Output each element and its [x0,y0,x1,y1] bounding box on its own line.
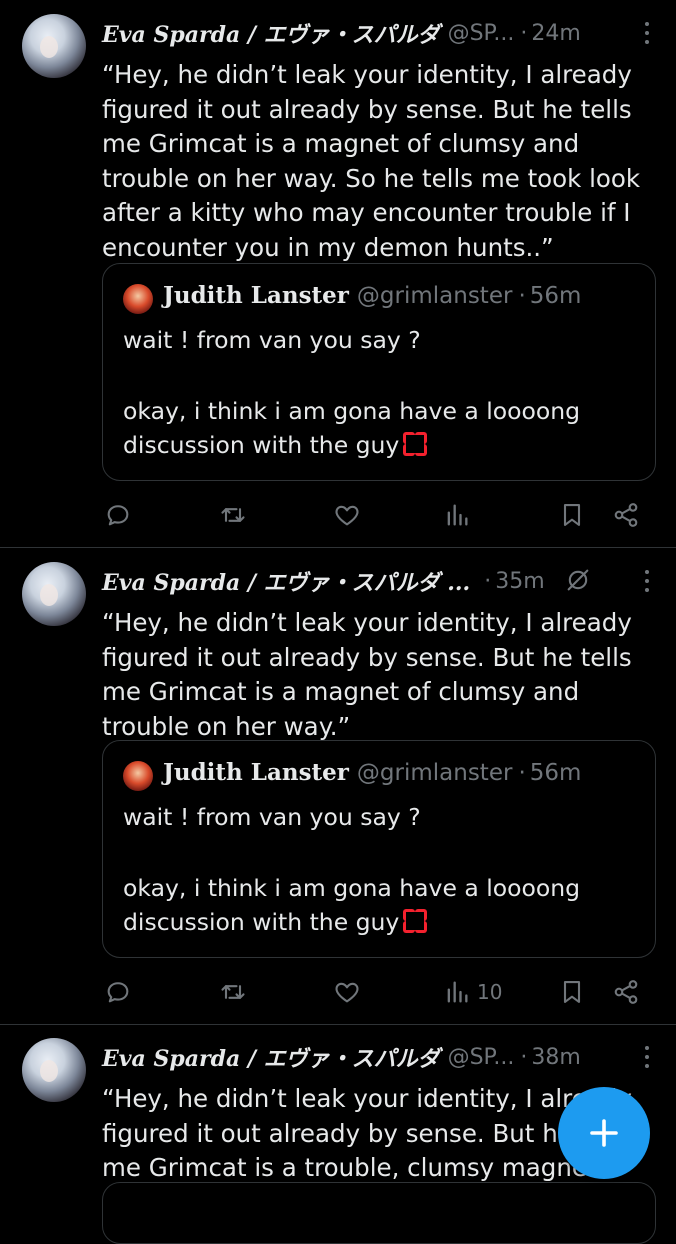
quoted-tweet[interactable]: Judith Lanster @grimlanster · 56m wait !… [102,263,656,481]
anger-emoji-icon [403,432,428,456]
reply-button[interactable] [104,495,132,535]
like-button[interactable] [333,972,361,1012]
quote-author-handle: @grimlanster [356,759,513,786]
share-icon [614,503,638,527]
muted-icon [567,569,589,591]
quote-author-name: Judith Lanster [163,282,349,309]
quote-author-handle: @grimlanster [356,282,513,309]
reply-icon [107,982,129,1003]
retweet-icon [221,508,245,522]
retweet-button[interactable] [219,495,247,535]
author-name[interactable]: Eva Sparda / エヴァ・スパルダ [102,1041,440,1073]
tweet-header: Eva Sparda / エヴァ・スパルダ @SP... · 24m [102,16,646,50]
quoted-tweet[interactable]: Judith Lanster @grimlanster · 56m wait !… [102,740,656,958]
separator-dot: · [484,568,492,594]
more-icon[interactable] [644,22,650,44]
quote-text-line: wait ! from van you say ? [123,803,421,831]
views-icon [447,504,468,526]
bookmark-button[interactable] [558,972,586,1012]
separator-dot: · [518,282,526,309]
bookmark-button[interactable] [558,495,586,535]
share-button[interactable] [612,495,640,535]
separator-dot: · [520,1044,528,1070]
quote-text-paragraph: okay, i think i am gona have a loooong d… [123,871,623,939]
more-icon[interactable] [644,1046,650,1068]
tweet-actions [0,495,676,535]
author-handle[interactable]: @SP... [448,1045,515,1070]
avatar[interactable] [22,1038,86,1102]
avatar [123,284,153,314]
author-name[interactable]: Eva Sparda / エヴァ・スパルダ ... [102,565,470,597]
quote-text-paragraph: okay, i think i am gona have a loooong d… [123,394,623,462]
tweet-text: “Hey, he didn’t leak your identity, I al… [102,608,632,741]
tweet[interactable]: Eva Sparda / エヴァ・スパルダ @SP... · 24m “Hey,… [0,14,676,534]
divider [0,547,676,548]
bookmark-icon [563,504,581,526]
share-icon [614,980,638,1004]
quote-text-line: okay, i think i am gona have a loooong d… [123,874,581,936]
reply-icon [107,505,129,526]
quote-timestamp: 56m [529,759,582,786]
author-handle[interactable]: @SP... [448,21,515,46]
timestamp[interactable]: 38m [531,1045,580,1070]
views-button[interactable] [443,495,477,535]
heart-icon [335,982,359,1003]
tweet-text: “Hey, he didn’t leak your identity, I al… [102,60,641,262]
author-name[interactable]: Eva Sparda / エヴァ・スパルダ [102,17,440,49]
heart-icon [335,505,359,526]
quote-author-name: Judith Lanster [163,759,349,786]
views-count: 10 [477,980,503,1004]
timestamp[interactable]: 35m [495,569,544,594]
divider [0,1024,676,1025]
tweet[interactable]: Eva Sparda / エヴァ・スパルダ ... · 35m “Hey, he… [0,562,676,1012]
views-icon [447,981,468,1003]
bookmark-icon [563,981,581,1003]
separator-dot: · [518,759,526,786]
plus-icon [590,1119,618,1147]
retweet-icon [221,985,245,999]
avatar [123,761,153,791]
views-button[interactable]: 10 [443,972,502,1012]
quoted-tweet[interactable] [102,1182,656,1244]
quote-text-line: okay, i think i am gona have a loooong d… [123,397,581,459]
share-button[interactable] [612,972,640,1012]
tweet-actions: 10 [0,972,676,1012]
more-icon[interactable] [644,570,650,592]
quote-timestamp: 56m [529,282,582,309]
tweet-header: Eva Sparda / エヴァ・スパルダ @SP... · 38m [102,1040,646,1074]
like-button[interactable] [333,495,361,535]
separator-dot: · [520,20,528,46]
avatar[interactable] [22,562,86,626]
retweet-button[interactable] [219,972,247,1012]
timestamp[interactable]: 24m [531,21,580,46]
anger-emoji-icon [403,909,428,933]
reply-button[interactable] [104,972,132,1012]
compose-button[interactable] [558,1087,650,1179]
quote-text-line: wait ! from van you say ? [123,326,421,354]
avatar[interactable] [22,14,86,78]
